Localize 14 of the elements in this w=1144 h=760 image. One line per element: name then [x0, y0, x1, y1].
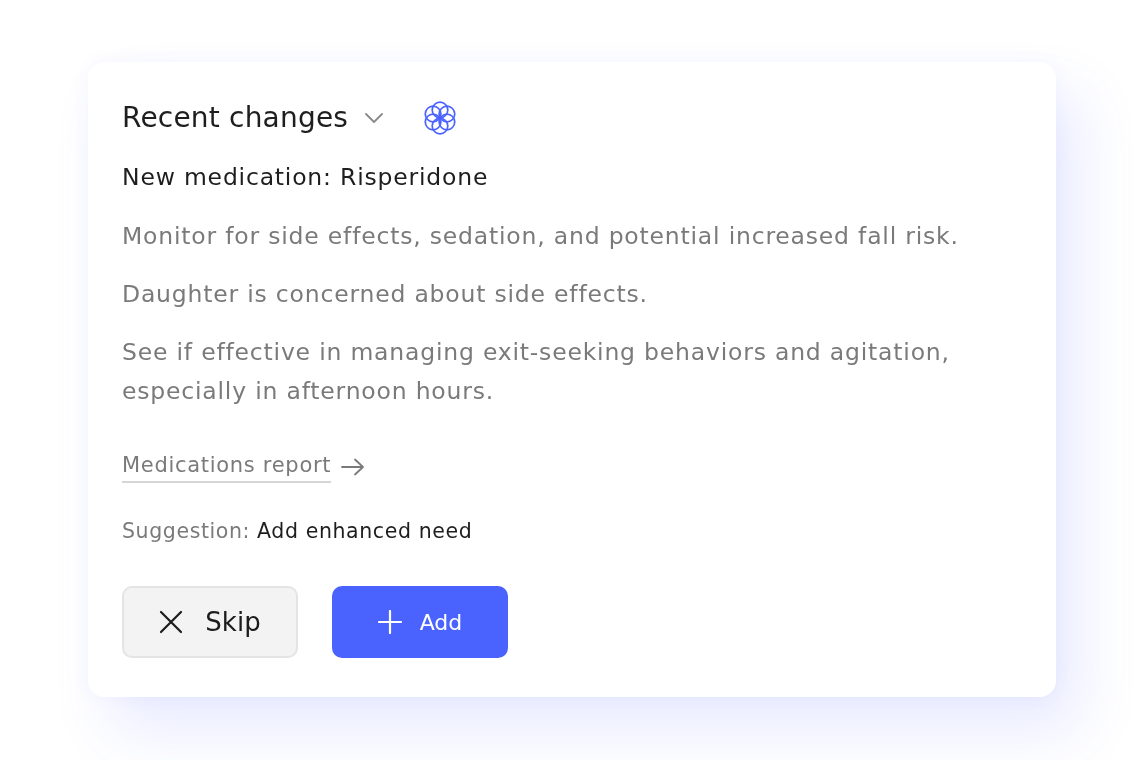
suggestion-text: Add enhanced need: [257, 518, 473, 545]
plus-icon: [377, 610, 402, 634]
add-button[interactable]: Add: [332, 586, 508, 658]
note-text: Daughter is concerned about side effects.: [122, 279, 649, 310]
chevron-down-icon[interactable]: [365, 113, 384, 123]
close-icon: [159, 610, 184, 634]
card-title: Recent changes: [122, 100, 349, 136]
note-text: See if effective in managing exit-seeking behaviors and agitation, especially in afternoon hours.: [122, 337, 951, 407]
suggestion-label: Suggestion:: [122, 518, 251, 545]
skip-button[interactable]: Skip: [122, 586, 298, 658]
medication-heading: New medication: Risperidone: [122, 162, 490, 193]
arrow-right-icon: [341, 458, 366, 476]
note-text: Monitor for side effects, sedation, and potential increased fall risk.: [122, 221, 960, 252]
report-link[interactable]: Medications report: [122, 451, 366, 483]
